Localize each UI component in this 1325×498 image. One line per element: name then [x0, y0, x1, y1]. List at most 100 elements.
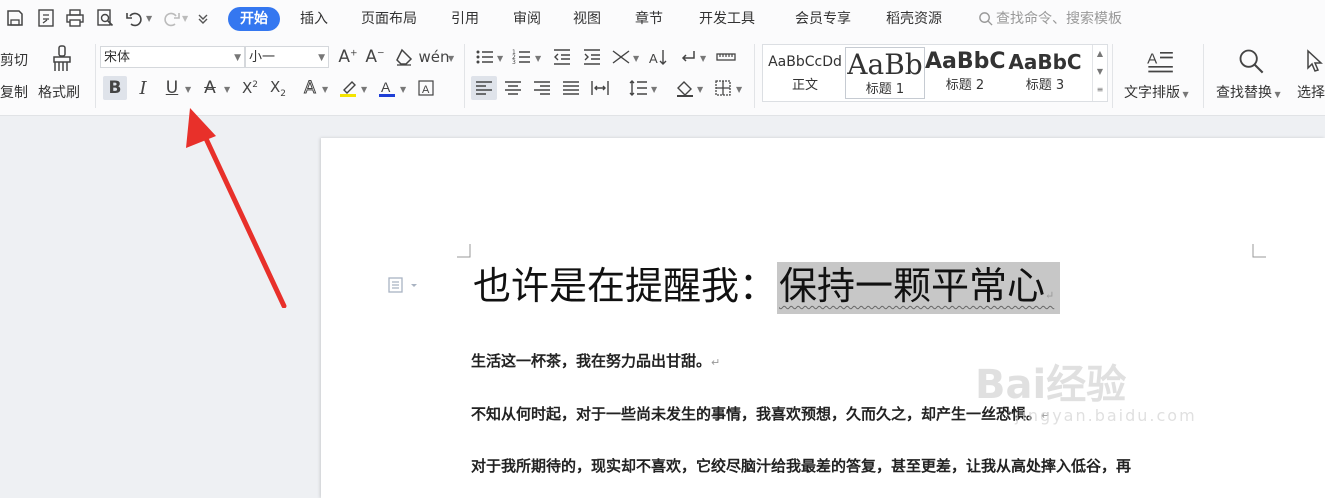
- paragraph-1[interactable]: 生活这一杯茶，我在努力品出甘甜。↵: [471, 350, 720, 371]
- title-highlight-text: 保持一颗平常心: [779, 264, 1046, 308]
- svg-text:A: A: [381, 79, 391, 95]
- font-size-select[interactable]: 小一 ▼: [245, 46, 329, 68]
- style-label: 标题 1: [865, 82, 905, 97]
- undo-icon[interactable]: [124, 7, 146, 29]
- export-pdf-icon[interactable]: [35, 7, 57, 29]
- font-name-select[interactable]: 宋体 ▼: [100, 46, 245, 68]
- undo-dropdown-icon[interactable]: ▼: [146, 14, 152, 23]
- paragraph-text: 生活这一杯茶，我在努力品出甘甜。: [471, 352, 712, 370]
- italic-button[interactable]: I: [131, 76, 155, 100]
- tab-developer-tools[interactable]: 开发工具: [699, 7, 755, 31]
- character-border-icon[interactable]: A: [414, 76, 438, 100]
- print-icon[interactable]: [64, 7, 86, 29]
- bullet-list-icon[interactable]: [473, 45, 497, 69]
- customize-quick-access-icon[interactable]: [192, 7, 214, 29]
- justify-button[interactable]: [559, 76, 583, 100]
- underline-dropdown-icon[interactable]: ▼: [185, 85, 191, 94]
- chevron-down-icon[interactable]: ▼: [633, 54, 639, 63]
- chevron-down-icon[interactable]: ▼: [497, 54, 503, 63]
- chevron-down-icon[interactable]: ▼: [700, 54, 706, 63]
- clear-formatting-icon[interactable]: [392, 45, 416, 69]
- font-name-value: 宋体: [104, 50, 131, 65]
- strikethrough-button[interactable]: A: [198, 76, 222, 100]
- chevron-down-icon[interactable]: ▼: [361, 85, 367, 94]
- chevron-down-icon[interactable]: ▼: [322, 85, 328, 94]
- sort-icon[interactable]: A: [646, 45, 670, 69]
- align-center-button[interactable]: [501, 76, 525, 100]
- line-spacing-icon[interactable]: [626, 76, 650, 100]
- superscript-button[interactable]: X2: [238, 76, 262, 100]
- style-sample: AaBbC: [925, 49, 1005, 74]
- styles-scroll[interactable]: ▲ ▼ ≡: [1092, 45, 1107, 101]
- cursor-select-icon[interactable]: [1302, 46, 1325, 76]
- style-heading-2[interactable]: AaBbC 标题 2: [925, 47, 1005, 99]
- align-right-button[interactable]: [530, 76, 554, 100]
- style-heading-1[interactable]: AaBb 标题 1: [845, 47, 925, 99]
- chevron-down-icon[interactable]: ▼: [736, 85, 742, 94]
- paragraph-handle-icon[interactable]: [388, 276, 420, 298]
- shading-icon[interactable]: [673, 76, 697, 100]
- tab-docer-resources[interactable]: 稻壳资源: [886, 7, 942, 31]
- tab-home[interactable]: 开始: [228, 7, 280, 31]
- bold-button[interactable]: B: [103, 76, 127, 100]
- svg-text:A: A: [1147, 50, 1158, 67]
- paragraph-mark-toggle-icon[interactable]: [676, 45, 700, 69]
- phonetic-guide-icon[interactable]: wén: [419, 45, 450, 69]
- distributed-align-button[interactable]: [588, 76, 612, 100]
- search-placeholder: 查找命令、搜索模板: [996, 11, 1122, 27]
- redo-dropdown-icon[interactable]: ▼: [182, 14, 188, 23]
- tab-view[interactable]: 视图: [573, 7, 601, 31]
- style-normal[interactable]: AaBbCcDd 正文: [765, 47, 845, 99]
- subscript-button[interactable]: X2: [266, 76, 290, 100]
- tab-chapter[interactable]: 章节: [635, 7, 663, 31]
- chevron-down-icon[interactable]: ▼: [697, 85, 703, 94]
- tab-references[interactable]: 引用: [451, 7, 479, 31]
- chinese-layout-icon[interactable]: [609, 45, 633, 69]
- svg-text:3: 3: [512, 59, 516, 66]
- copy-button[interactable]: 复制: [0, 82, 28, 102]
- save-icon[interactable]: [4, 7, 26, 29]
- find-replace-icon[interactable]: [1236, 46, 1266, 76]
- style-heading-3[interactable]: AaBbC 标题 3: [1005, 47, 1085, 99]
- decrease-indent-icon[interactable]: [550, 45, 574, 69]
- paragraph-mark-icon: ↵: [1045, 289, 1055, 302]
- cut-button[interactable]: 剪切: [0, 50, 28, 70]
- chevron-down-icon[interactable]: ▼: [448, 54, 454, 63]
- format-painter-label[interactable]: 格式刷: [38, 82, 80, 102]
- increase-indent-icon[interactable]: [580, 45, 604, 69]
- paragraph-3[interactable]: 对于我所期待的，现实却不喜欢，它绞尽脑汁给我最差的答复，甚至更差，让我从高处摔入…: [471, 455, 1131, 476]
- document-title[interactable]: 也许是在提醒我：保持一颗平常心↵: [473, 258, 1061, 324]
- underline-button[interactable]: U: [160, 76, 184, 100]
- format-painter-icon[interactable]: [48, 44, 76, 74]
- tab-insert[interactable]: 插入: [300, 7, 328, 31]
- title-selected-text[interactable]: 保持一颗平常心↵: [777, 262, 1061, 314]
- font-color-icon[interactable]: A: [375, 76, 399, 100]
- style-label: 正文: [791, 78, 818, 93]
- text-layout-button[interactable]: 文字排版 ▼: [1124, 82, 1189, 102]
- ribbon-home: 剪切 复制 格式刷 宋体 ▼ 小一 ▼ A+ A− wén ▼ B I U ▼ A …: [0, 38, 1325, 116]
- align-left-button[interactable]: [471, 76, 497, 100]
- redo-icon[interactable]: [160, 7, 182, 29]
- tab-member[interactable]: 会员专享: [795, 7, 851, 31]
- style-label: 标题 2: [945, 78, 985, 93]
- grow-font-icon[interactable]: A+: [336, 45, 360, 69]
- chevron-down-icon[interactable]: ▼: [651, 85, 657, 94]
- tab-page-layout[interactable]: 页面布局: [361, 7, 417, 31]
- numbered-list-icon[interactable]: 123: [510, 45, 534, 69]
- watermark-url: jingyan.baidu.com: [1015, 406, 1197, 425]
- chevron-down-icon[interactable]: ▼: [400, 85, 406, 94]
- find-replace-button[interactable]: 查找替换 ▼: [1216, 82, 1281, 102]
- paragraph-2[interactable]: 不知从何时起，对于一些尚未发生的事情，我喜欢预想，久而久之，却产生一丝恐惧。↵: [471, 403, 1050, 424]
- chevron-down-icon[interactable]: ▼: [535, 54, 541, 63]
- borders-icon[interactable]: [711, 76, 735, 100]
- text-layout-icon[interactable]: A: [1145, 46, 1175, 76]
- text-effects-icon[interactable]: A: [298, 76, 322, 100]
- chevron-down-icon[interactable]: ▼: [224, 85, 230, 94]
- highlight-pen-icon[interactable]: [336, 76, 360, 100]
- ruler-tabs-icon[interactable]: [714, 45, 738, 69]
- command-search[interactable]: 查找命令、搜索模板: [978, 7, 1122, 31]
- print-preview-icon[interactable]: [94, 7, 116, 29]
- shrink-font-icon[interactable]: A−: [363, 45, 387, 69]
- tab-review[interactable]: 审阅: [513, 7, 541, 31]
- select-button[interactable]: 选择: [1297, 82, 1325, 102]
